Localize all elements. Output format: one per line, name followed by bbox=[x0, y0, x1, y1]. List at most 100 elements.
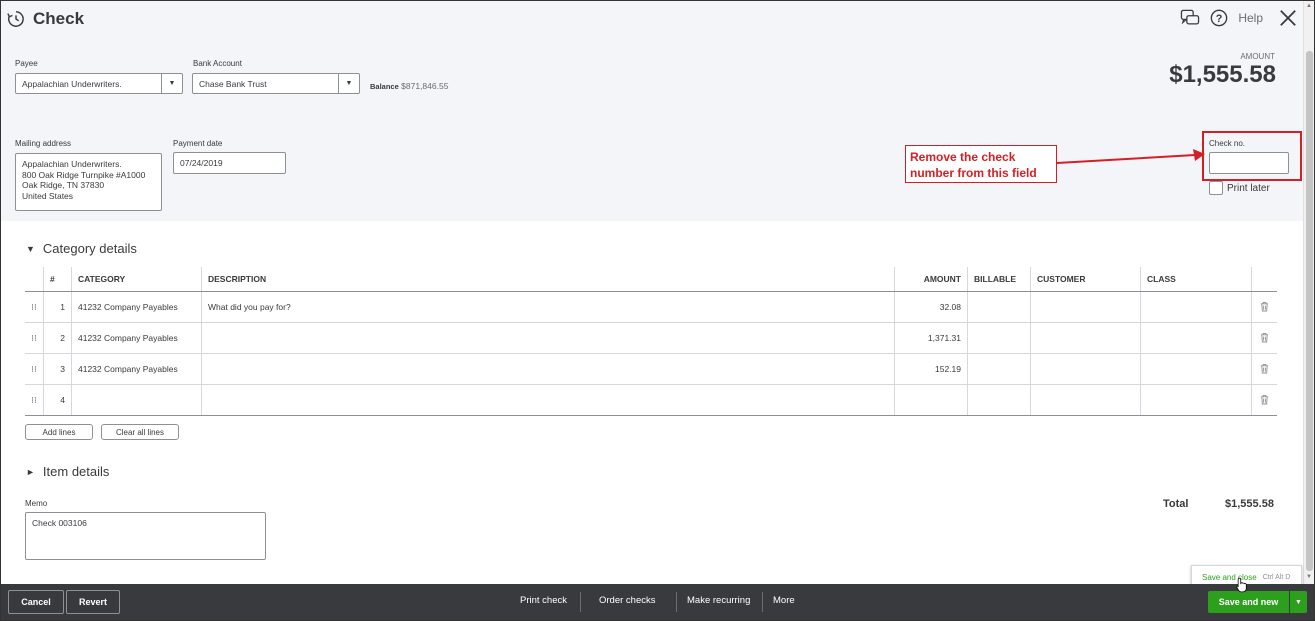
page-title: Check bbox=[33, 9, 85, 28]
bank-account-select[interactable]: Chase Bank Trust ▼ bbox=[192, 73, 360, 94]
amount-cell[interactable]: 32.08 bbox=[894, 291, 968, 323]
column-header-category: CATEGORY bbox=[71, 267, 202, 292]
item-details-toggle[interactable]: ► Item details bbox=[26, 464, 109, 479]
help-label[interactable]: Help bbox=[1238, 11, 1263, 25]
collapse-triangle-icon: ▼ bbox=[26, 243, 35, 254]
balance-display: Balance $871,846.55 bbox=[370, 81, 448, 91]
drag-handle-icon[interactable]: ⁝⁝ bbox=[25, 322, 44, 354]
save-and-close-option[interactable]: Save and close bbox=[1202, 573, 1257, 582]
row-number: 2 bbox=[43, 322, 72, 354]
scroll-up-icon[interactable]: ▲ bbox=[1306, 3, 1312, 9]
footer-divider bbox=[676, 592, 677, 612]
category-details-toggle[interactable]: ▼ Category details bbox=[26, 241, 137, 256]
column-header-number: # bbox=[43, 267, 72, 292]
memo-field[interactable]: Check 003106 bbox=[25, 512, 266, 560]
add-lines-button[interactable]: Add lines bbox=[25, 424, 93, 440]
payment-date-label: Payment date bbox=[173, 139, 223, 148]
total-label: Total bbox=[1163, 498, 1189, 510]
customer-cell[interactable] bbox=[1030, 322, 1141, 354]
drag-handle-icon[interactable]: ⁝⁝ bbox=[25, 384, 44, 416]
billable-cell[interactable] bbox=[967, 384, 1031, 416]
trash-icon[interactable] bbox=[1251, 353, 1277, 385]
trash-icon[interactable] bbox=[1251, 291, 1277, 323]
category-cell[interactable]: 41232 Company Payables bbox=[71, 353, 202, 385]
amount-cell[interactable]: 1,371.31 bbox=[894, 322, 968, 354]
item-details-title: Item details bbox=[42, 464, 110, 479]
clear-all-lines-button[interactable]: Clear all lines bbox=[101, 424, 179, 440]
billable-cell[interactable] bbox=[967, 291, 1031, 323]
category-cell[interactable]: 41232 Company Payables bbox=[71, 291, 202, 323]
balance-label: Balance bbox=[370, 82, 399, 91]
footer-bar: Cancel Revert Print check Order checks M… bbox=[1, 584, 1314, 620]
class-cell[interactable] bbox=[1140, 291, 1252, 323]
scroll-down-icon[interactable]: ▼ bbox=[1306, 574, 1312, 580]
customer-cell[interactable] bbox=[1030, 353, 1141, 385]
column-header-description: DESCRIPTION bbox=[201, 267, 895, 292]
drag-handle-icon[interactable]: ⁝⁝ bbox=[25, 353, 44, 385]
make-recurring-link[interactable]: Make recurring bbox=[687, 595, 750, 606]
amount-cell[interactable]: 152.19 bbox=[894, 353, 968, 385]
payee-select[interactable]: Appalachian Underwriters. ▼ bbox=[15, 73, 183, 94]
table-header-row: # CATEGORY DESCRIPTION AMOUNT BILLABLE C… bbox=[25, 267, 1277, 292]
help-icon[interactable]: ? bbox=[1210, 9, 1228, 27]
customer-cell[interactable] bbox=[1030, 384, 1141, 416]
scrollbar-thumb[interactable] bbox=[1306, 51, 1313, 571]
column-header-amount: AMOUNT bbox=[894, 267, 968, 292]
vertical-scrollbar[interactable]: ▲ ▼ bbox=[1303, 1, 1314, 584]
table-row[interactable]: ⁝⁝ 2 41232 Company Payables 1,371.31 bbox=[25, 322, 1277, 354]
save-and-new-button[interactable]: Save and new bbox=[1208, 591, 1289, 613]
bank-account-label: Bank Account bbox=[193, 59, 242, 68]
print-later-option[interactable]: Print later bbox=[1209, 181, 1270, 195]
history-icon[interactable] bbox=[7, 10, 25, 28]
mailing-address-field[interactable]: Appalachian Underwriters. 800 Oak Ridge … bbox=[15, 153, 162, 211]
cancel-button[interactable]: Cancel bbox=[8, 590, 64, 614]
description-cell[interactable] bbox=[201, 322, 895, 354]
amount-label: AMOUNT bbox=[1240, 52, 1275, 61]
feedback-icon[interactable] bbox=[1180, 9, 1200, 27]
column-header-customer: CUSTOMER bbox=[1030, 267, 1141, 292]
trash-icon[interactable] bbox=[1251, 384, 1277, 416]
category-cell[interactable]: 41232 Company Payables bbox=[71, 322, 202, 354]
customer-cell[interactable] bbox=[1030, 291, 1141, 323]
payee-label: Payee bbox=[15, 59, 38, 68]
chevron-down-icon[interactable]: ▼ bbox=[1290, 591, 1307, 613]
description-cell[interactable]: What did you pay for? bbox=[201, 291, 895, 323]
billable-cell[interactable] bbox=[967, 322, 1031, 354]
table-row[interactable]: ⁝⁝ 4 bbox=[25, 384, 1277, 416]
row-number: 4 bbox=[43, 384, 72, 416]
drag-handle-icon[interactable]: ⁝⁝ bbox=[25, 291, 44, 323]
balance-value: $871,846.55 bbox=[401, 81, 449, 91]
amount-value: $1,555.58 bbox=[1169, 61, 1276, 88]
chevron-down-icon[interactable]: ▼ bbox=[161, 74, 182, 93]
print-check-link[interactable]: Print check bbox=[520, 595, 567, 606]
description-cell[interactable] bbox=[201, 353, 895, 385]
chevron-down-icon[interactable]: ▼ bbox=[338, 74, 359, 93]
hand-cursor-icon bbox=[1236, 577, 1247, 593]
drag-column-header bbox=[25, 267, 44, 292]
trash-icon[interactable] bbox=[1251, 322, 1277, 354]
amount-cell[interactable] bbox=[894, 384, 968, 416]
memo-label: Memo bbox=[25, 499, 48, 508]
header-actions: ? Help bbox=[1180, 9, 1297, 27]
payment-date-field[interactable]: 07/24/2019 bbox=[173, 152, 286, 174]
class-cell[interactable] bbox=[1140, 322, 1252, 354]
table-row[interactable]: ⁝⁝ 3 41232 Company Payables 152.19 bbox=[25, 353, 1277, 385]
close-icon[interactable] bbox=[1279, 9, 1297, 27]
order-checks-link[interactable]: Order checks bbox=[599, 595, 656, 606]
check-window: Check ? Help Payee Appalachian Underwrit… bbox=[0, 0, 1315, 621]
total-value: $1,555.58 bbox=[1225, 498, 1274, 510]
class-cell[interactable] bbox=[1140, 353, 1252, 385]
revert-button[interactable]: Revert bbox=[66, 590, 120, 614]
annotation-highlight-box bbox=[1202, 131, 1302, 181]
table-row[interactable]: ⁝⁝ 1 41232 Company Payables What did you… bbox=[25, 291, 1277, 323]
category-cell[interactable] bbox=[71, 384, 202, 416]
description-cell[interactable] bbox=[201, 384, 895, 416]
class-cell[interactable] bbox=[1140, 384, 1252, 416]
svg-text:?: ? bbox=[1216, 13, 1223, 25]
footer-divider bbox=[762, 592, 763, 612]
print-later-checkbox[interactable] bbox=[1209, 181, 1223, 195]
column-header-class: CLASS bbox=[1140, 267, 1252, 292]
billable-cell[interactable] bbox=[967, 353, 1031, 385]
category-details-table: # CATEGORY DESCRIPTION AMOUNT BILLABLE C… bbox=[25, 267, 1277, 416]
more-link[interactable]: More bbox=[773, 595, 795, 606]
